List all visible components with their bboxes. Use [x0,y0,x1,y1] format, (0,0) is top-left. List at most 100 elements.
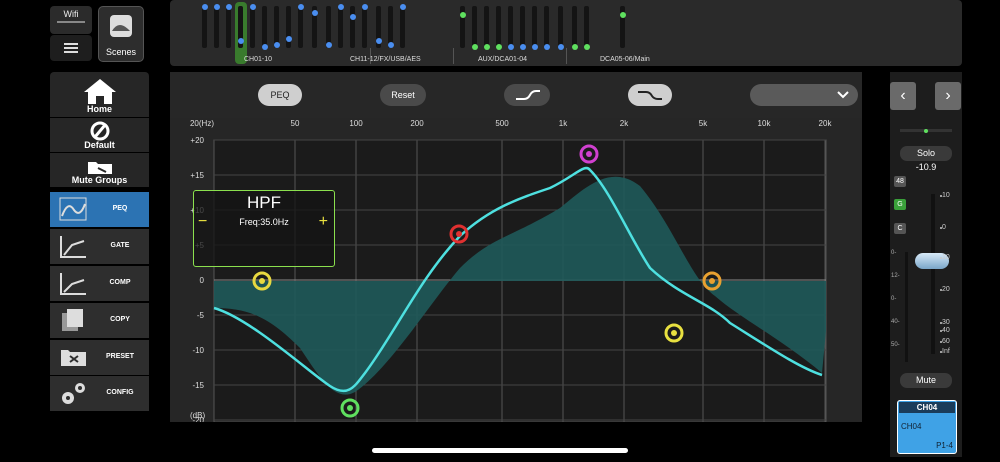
eq-graph[interactable]: 20(Hz)501002005001k2k5k10k20k+20+15+10+5… [170,118,862,422]
fader-level-dot [471,44,478,50]
fader-level-dot [225,4,232,10]
default-button[interactable]: Default [50,118,149,153]
tool-label: CONFIG [106,389,134,396]
config-icon [62,383,85,404]
home-button[interactable]: Home [50,72,149,118]
fader-level-dot [285,36,292,42]
overview-fader [362,6,367,48]
overview-fader [338,6,343,48]
hpf-increase-button[interactable]: + [319,213,328,231]
bank-label[interactable]: CH11-12/FX/USB/AES [350,56,421,63]
peq-tab[interactable]: PEQ [50,192,149,228]
meter-scale-label: 0- [891,296,897,302]
bank-label[interactable]: DCA05-06/Main [600,56,650,63]
gate-tab[interactable]: GATE [50,229,149,265]
bank-label[interactable]: CH01-10 [244,56,272,63]
fader-level-dot [201,4,208,10]
mute-groups-button[interactable]: Mute Groups [50,153,149,188]
copy-tab[interactable]: COPY [50,303,149,339]
peq-toolbar: PEQ Reset [170,72,862,118]
fader-level-dot [387,42,394,48]
fader-scale-tick [940,322,942,324]
scenes-label: Scenes [105,47,137,57]
chevron-right-icon: › [945,87,951,104]
comp-tab[interactable]: COMP [50,266,149,302]
signal-led [924,129,928,133]
home-indicator[interactable] [372,448,628,453]
db-tick-label: -10 [192,346,204,355]
copy-icon [62,309,83,331]
fader-level-dot [519,44,526,50]
fader-level-dot [349,14,356,20]
comp-button[interactable]: C [894,223,906,234]
menu-button[interactable] [50,35,92,61]
fader-level-dot [249,4,256,10]
peq-toggle-button[interactable]: PEQ [258,84,302,106]
fader-level-dot [237,38,244,44]
overview-fader [558,6,563,48]
fader-track[interactable] [931,194,935,354]
fader-level-dot [375,38,382,44]
meter-scale-label: 50- [891,342,900,348]
frequency-tick-label: 200 [410,119,424,128]
mute-button[interactable]: Mute [900,373,952,388]
db-tick-label: 0 [200,276,205,285]
fader-scale-label: 0 [942,224,946,231]
hpf-popup[interactable]: HPF Freq:35.0Hz − + [193,190,335,267]
fader-scale-label: 60 [942,338,950,345]
fader-level-dot [531,44,538,50]
frequency-tick-label: 100 [349,119,363,128]
hpf-decrease-button[interactable]: − [198,213,207,231]
overview-fader [520,6,525,48]
wifi-indicator[interactable]: Wifi [50,6,92,34]
fader-scale-label: 30 [942,319,950,326]
fader-level-dot [261,44,268,50]
frequency-tick-label: 5k [699,119,708,128]
meter-scale-label: 12- [891,273,900,279]
channel-overview-strip[interactable]: CH01-10 CH11-12/FX/USB/AES AUX/DCA01-04 … [170,0,962,66]
channel-strip-input: P1-4 [936,441,953,450]
scenes-icon [110,15,132,37]
wifi-label: Wifi [63,9,79,19]
channel-strip-card[interactable]: CH04 CH04 P1-4 [897,400,957,454]
fader-scale-label: 40 [942,327,950,334]
bank-label[interactable]: AUX/DCA01-04 [478,56,527,63]
config-tab[interactable]: CONFIG [50,376,149,412]
tool-label: PRESET [105,353,134,360]
chevron-down-icon [837,91,849,99]
overview-fader [250,6,255,48]
eq-graph-panel[interactable]: 20(Hz)501002005001k2k5k10k20k+20+15+10+5… [170,118,862,422]
prev-channel-button[interactable]: ‹ [890,82,916,110]
next-channel-button[interactable]: › [935,82,961,110]
gate-button[interactable]: G [894,199,906,210]
tool-label: GATE [110,242,130,249]
scenes-button[interactable]: Scenes [98,6,144,62]
frequency-tick-label: 1k [559,119,568,128]
frequency-tick-label: 10k [758,119,772,128]
preset-icon [61,350,86,366]
preset-tab[interactable]: PRESET [50,340,149,376]
fader-level-dot [273,42,280,48]
fader-level-dot [495,44,502,50]
fader-level-dot [311,10,318,16]
mute-groups-label: Mute Groups [71,175,128,185]
phantom-48v-button[interactable]: 48 [894,176,906,187]
fader-level-dot [583,44,590,50]
solo-button[interactable]: Solo [900,146,952,161]
meter-scale-label: 40- [891,319,900,325]
default-icon [90,121,110,141]
db-unit-label: (dB) [190,411,205,420]
overview-fader [202,6,207,48]
overview-fader [298,6,303,48]
fader-scale-label: 10 [942,192,950,199]
fader-scale-label: 10 [942,254,950,261]
db-tick-label: +20 [190,136,204,145]
eq-type-dropdown[interactable] [750,84,858,106]
fader-scale-tick [940,257,942,259]
low-shelf-button[interactable] [504,84,550,106]
reset-button[interactable]: Reset [380,84,426,106]
overview-fader [496,6,501,48]
high-pass-button[interactable] [628,84,672,106]
fader-level-dot [571,44,578,50]
wifi-signal-icon [57,21,85,23]
